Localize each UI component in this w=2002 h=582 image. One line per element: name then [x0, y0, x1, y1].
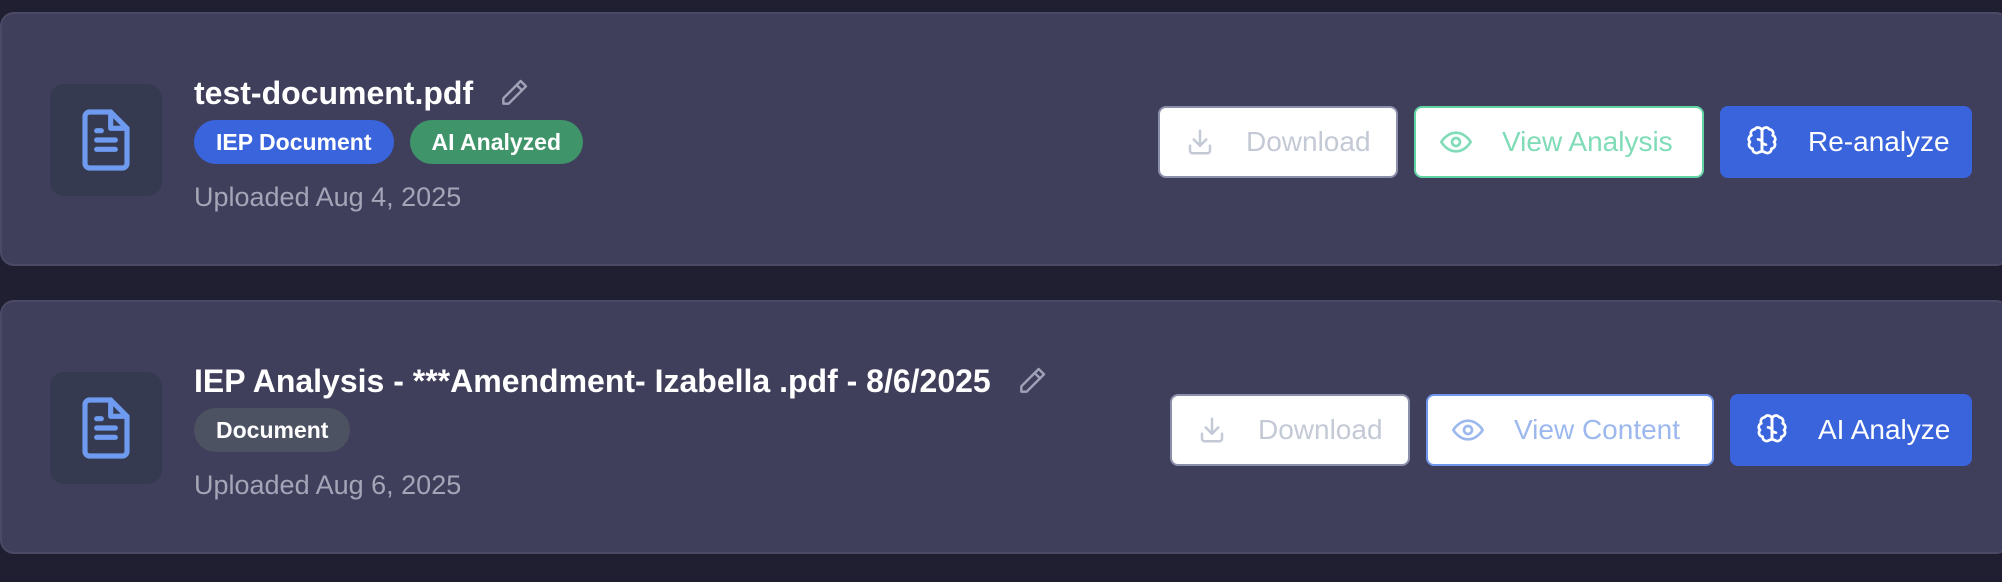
badge-list: IEP Document AI Analyzed: [194, 120, 584, 164]
eye-icon: [1440, 126, 1472, 158]
pencil-icon[interactable]: [1015, 364, 1049, 398]
badge-list: Document: [194, 408, 351, 452]
download-icon: [1196, 414, 1228, 446]
ai-analyze-button[interactable]: AI Analyze: [1730, 394, 1972, 466]
document-title: test-document.pdf: [194, 74, 474, 111]
download-label: Download: [1246, 126, 1371, 157]
pencil-icon[interactable]: [497, 76, 531, 110]
file-text-icon: [82, 397, 130, 459]
eye-icon: [1452, 414, 1484, 446]
file-text-icon: [82, 109, 130, 171]
file-icon-container: [50, 84, 162, 196]
document-card: test-document.pdf IEP Document AI Analyz…: [0, 12, 2002, 266]
upload-date: Uploaded Aug 4, 2025: [194, 182, 462, 212]
document-title: IEP Analysis - ***Amendment- Izabella .p…: [194, 362, 991, 399]
brain-icon: [1746, 126, 1778, 158]
download-button[interactable]: Download: [1170, 394, 1410, 466]
view-content-label: View Content: [1514, 414, 1681, 445]
ai-analyze-label: AI Analyze: [1818, 414, 1951, 445]
view-analysis-label: View Analysis: [1502, 126, 1673, 157]
type-badge: IEP Document: [194, 120, 394, 164]
download-label: Download: [1258, 414, 1383, 445]
upload-date: Uploaded Aug 6, 2025: [194, 470, 462, 500]
brain-icon: [1756, 414, 1788, 446]
type-badge: Document: [194, 408, 351, 452]
download-button[interactable]: Download: [1158, 106, 1398, 178]
view-analysis-button[interactable]: View Analysis: [1414, 106, 1704, 178]
re-analyze-label: Re-analyze: [1808, 126, 1950, 157]
re-analyze-button[interactable]: Re-analyze: [1720, 106, 1972, 178]
document-actions: Download View Content AI Analyze: [1170, 394, 1972, 466]
download-icon: [1184, 126, 1216, 158]
title-row: IEP Analysis - ***Amendment- Izabella .p…: [194, 356, 1049, 406]
document-actions: Download View Analysis Re-analyze: [1158, 106, 1972, 178]
title-row: test-document.pdf: [194, 68, 531, 118]
document-card: IEP Analysis - ***Amendment- Izabella .p…: [0, 300, 2002, 554]
status-badge: AI Analyzed: [409, 120, 584, 164]
file-icon-container: [50, 372, 162, 484]
view-content-button[interactable]: View Content: [1426, 394, 1714, 466]
